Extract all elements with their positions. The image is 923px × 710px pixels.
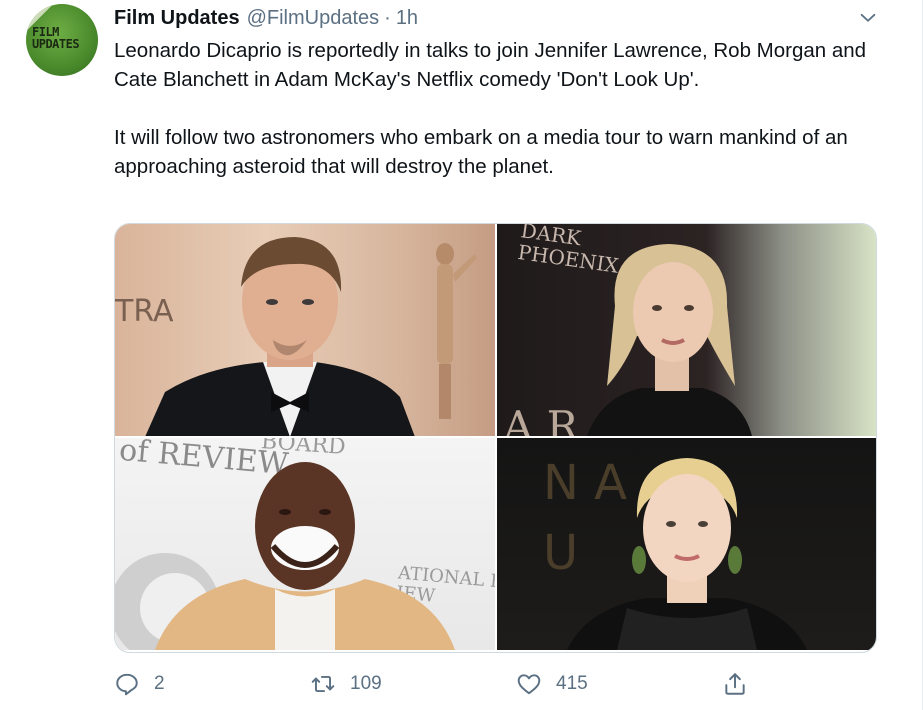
- header-separator: ·: [384, 6, 391, 29]
- retweet-icon: [311, 675, 335, 693]
- tweet-timestamp[interactable]: 1h: [396, 7, 418, 30]
- person-figure-2: [587, 244, 752, 436]
- photo2-bottom-text: A R: [503, 402, 579, 436]
- photo-leonardo-dicaprio[interactable]: TRA: [115, 224, 495, 436]
- reply-button[interactable]: 2: [114, 668, 165, 700]
- like-count: 415: [556, 673, 588, 694]
- person-figure-4: [567, 458, 807, 650]
- tweet-actions: 2 109 415: [114, 668, 754, 700]
- avatar-logo-text: FILM UPDATES: [32, 25, 80, 51]
- tweet[interactable]: FILM UPDATES Film Updates @FilmUpdates ·…: [0, 0, 923, 710]
- retweet-count: 109: [350, 673, 382, 694]
- reply-icon: [116, 673, 138, 696]
- tweet-header: Film Updates @FilmUpdates · 1h: [114, 6, 418, 30]
- photo-jennifer-lawrence[interactable]: DARK PHOENIX A R: [497, 224, 876, 436]
- tweet-text: Leonardo Dicaprio is reportedly in talks…: [114, 39, 867, 178]
- photo-rob-morgan[interactable]: of REVIEW BOARD ATIONAL B IEW: [115, 438, 495, 650]
- reply-count: 2: [154, 673, 165, 694]
- more-options-button[interactable]: [857, 7, 879, 29]
- retweet-button[interactable]: 109: [310, 668, 382, 700]
- share-button[interactable]: [722, 668, 748, 700]
- chevron-down-icon: [860, 13, 876, 22]
- author-avatar[interactable]: FILM UPDATES: [26, 4, 98, 76]
- author-handle[interactable]: @FilmUpdates: [247, 7, 380, 30]
- photo-cate-blanchett[interactable]: N A O U M: [497, 438, 876, 650]
- like-button[interactable]: 415: [516, 668, 588, 700]
- heart-icon: [517, 674, 541, 695]
- author-name[interactable]: Film Updates: [114, 7, 240, 30]
- person-figure-1: [145, 237, 415, 436]
- statue-graphic: [436, 243, 477, 419]
- person-figure-3: [155, 462, 455, 650]
- tweet-media-grid: TRA DARK PHOENIX A R of REVIEW BOARD ATI…: [114, 223, 877, 653]
- share-icon: [725, 673, 745, 695]
